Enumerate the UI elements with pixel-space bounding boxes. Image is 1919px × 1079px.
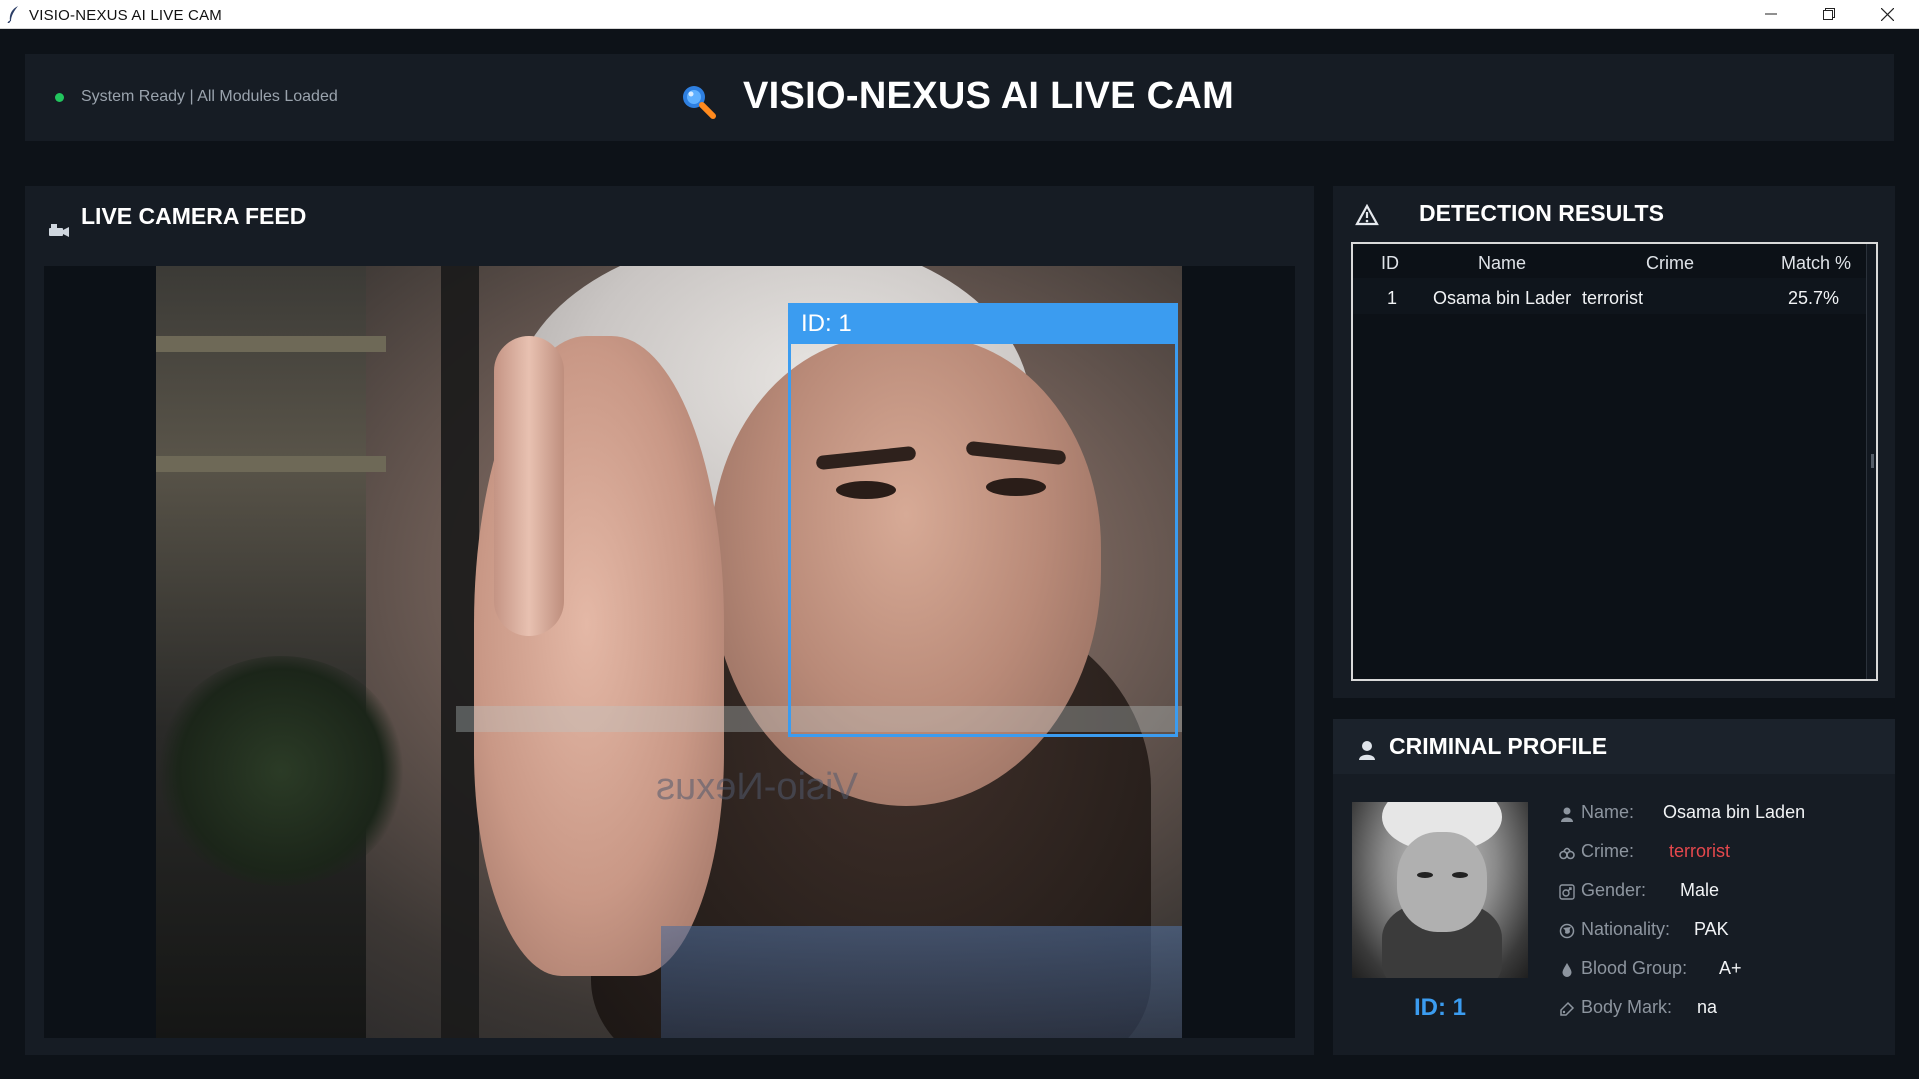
table-scroll-thumb[interactable] — [1871, 454, 1874, 468]
status-text: System Ready | All Modules Loaded — [81, 88, 338, 105]
drop-icon — [1562, 963, 1572, 977]
field-value-gender: Male — [1680, 880, 1720, 900]
detection-table[interactable]: ID Name Crime Match % 1 Osama bin Lader … — [1351, 242, 1878, 681]
detection-results-panel: DETECTION RESULTS ID Name Crime Match % … — [1333, 186, 1895, 698]
field-label: Nationality: — [1581, 919, 1671, 939]
field-label: Blood Group: — [1581, 958, 1688, 978]
profile-title: CRIMINAL PROFILE — [1389, 733, 1608, 759]
restore-icon — [1823, 8, 1835, 20]
criminal-profile-panel: CRIMINAL PROFILE ID: 1 Name: Osama bin L… — [1333, 719, 1895, 1055]
window-titlebar: VISIO-NEXUS AI LIVE CAM — [0, 0, 1919, 29]
field-value-nationality: PAK — [1694, 919, 1729, 939]
gender-icon — [1559, 884, 1575, 900]
field-label: Body Mark: — [1581, 997, 1673, 1017]
cell-crime: terrorist — [1582, 288, 1644, 308]
field-value-blood-group: A+ — [1719, 958, 1742, 978]
minimize-button[interactable] — [1742, 0, 1800, 29]
bbox-id-text: ID: 1 — [801, 310, 852, 337]
window-title: VISIO-NEXUS AI LIVE CAM — [29, 7, 222, 24]
profile-id: ID: 1 — [1413, 994, 1466, 1021]
column-header-crime[interactable]: Crime — [1646, 253, 1694, 274]
app-feather-icon — [7, 6, 18, 23]
person-icon — [1359, 741, 1375, 760]
app-header: System Ready | All Modules Loaded VISIO-… — [25, 54, 1894, 141]
field-value-name: Osama bin Laden — [1663, 802, 1806, 822]
camera-icon — [49, 224, 69, 237]
criminal-photo — [1352, 802, 1528, 978]
cell-id: 1 — [1387, 288, 1398, 308]
minimize-icon — [1765, 13, 1777, 15]
close-button[interactable] — [1858, 0, 1916, 29]
cell-name: Osama bin Lader — [1433, 288, 1572, 308]
warning-icon — [1355, 204, 1379, 226]
field-label: Crime: — [1581, 841, 1634, 861]
tag-icon — [1560, 1001, 1575, 1016]
magnifier-icon — [683, 86, 716, 119]
handcuffs-icon — [1559, 847, 1575, 860]
cell-match: 25.7% — [1788, 288, 1840, 308]
video-watermark: Visio-Nexus — [656, 766, 859, 808]
face-bounding-box — [788, 303, 1178, 737]
profile-header: CRIMINAL PROFILE — [1333, 719, 1895, 774]
app-title: VISIO-NEXUS AI LIVE CAM — [743, 75, 1235, 117]
field-label: Name: — [1581, 802, 1635, 822]
globe-icon — [1559, 923, 1575, 939]
person-icon — [1561, 807, 1573, 822]
restore-button[interactable] — [1800, 0, 1858, 29]
column-header-id[interactable]: ID — [1381, 253, 1399, 274]
field-value-body-mark: na — [1697, 997, 1718, 1017]
close-icon — [1881, 8, 1894, 21]
feed-title: LIVE CAMERA FEED — [81, 203, 307, 229]
field-value-crime: terrorist — [1669, 841, 1731, 861]
column-header-match[interactable]: Match % — [1781, 253, 1851, 274]
face-bounding-box-label: ID: 1 — [788, 303, 1178, 344]
detection-title: DETECTION RESULTS — [1419, 200, 1664, 226]
field-label: Gender: — [1581, 880, 1647, 900]
column-header-name[interactable]: Name — [1478, 253, 1526, 274]
status-indicator-icon — [55, 93, 64, 102]
